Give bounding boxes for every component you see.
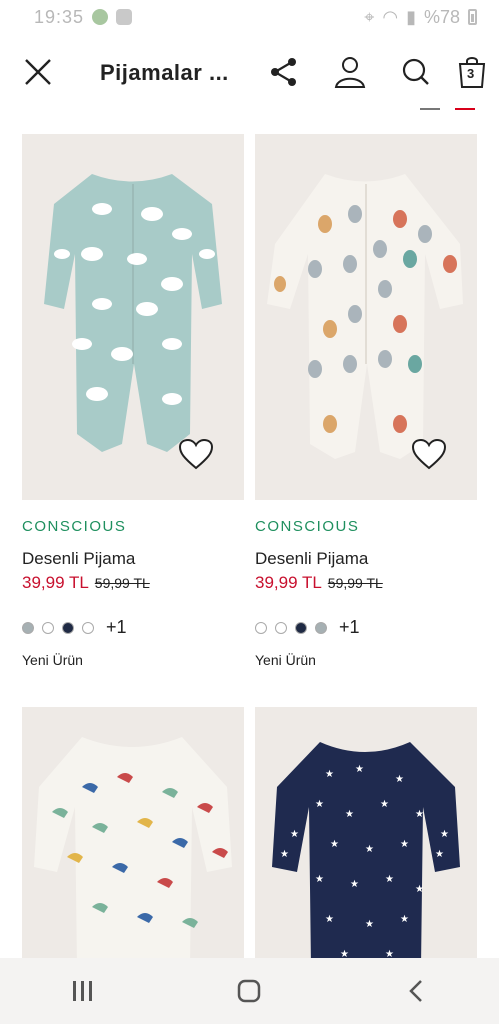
back-button[interactable] (386, 966, 446, 1016)
favorite-heart-icon[interactable] (411, 438, 447, 470)
product-name[interactable]: Desenli Pijama (255, 549, 477, 569)
notification-icon (116, 9, 133, 25)
svg-text:★: ★ (440, 829, 449, 840)
close-button[interactable] (18, 52, 58, 92)
cart-count: 3 (467, 66, 475, 81)
more-colors[interactable]: +1 (339, 617, 360, 638)
grid-toggle-indicator-active[interactable] (455, 108, 475, 110)
conscious-tag: CONSCIOUS (22, 518, 127, 535)
more-colors[interactable]: +1 (106, 617, 127, 638)
product-card[interactable]: CONSCIOUS Desenli Pijama 39,99 TL 59,99 … (255, 134, 477, 668)
svg-text:★: ★ (330, 839, 339, 850)
recents-icon (73, 981, 93, 1001)
color-swatch[interactable] (255, 621, 267, 634)
wifi-icon: ◠ (382, 6, 399, 27)
notification-icon (92, 9, 109, 25)
svg-text:★: ★ (365, 919, 374, 930)
color-swatches: +1 (22, 617, 244, 638)
svg-text:★: ★ (315, 799, 324, 810)
back-icon (409, 980, 422, 1002)
svg-text:★: ★ (395, 774, 404, 785)
svg-text:★: ★ (280, 849, 289, 860)
product-card[interactable] (22, 707, 244, 958)
svg-text:★: ★ (290, 829, 299, 840)
price-row: 39,99 TL 59,99 TL (22, 573, 244, 593)
product-image[interactable] (255, 134, 477, 500)
svg-text:★: ★ (435, 849, 444, 860)
color-swatch[interactable] (315, 621, 327, 634)
recents-button[interactable] (53, 966, 113, 1016)
color-swatch[interactable] (82, 621, 94, 634)
page-title: Pijamalar ... (100, 60, 229, 85)
battery-icon (468, 9, 477, 25)
product-image[interactable] (22, 707, 244, 958)
svg-text:★: ★ (325, 769, 334, 780)
signal-icon: ▮ (406, 6, 416, 27)
grid-toggle-indicator[interactable] (420, 108, 440, 110)
sale-price: 39,99 TL (255, 573, 322, 592)
svg-text:★: ★ (355, 764, 364, 775)
location-icon: ⌖ (364, 6, 375, 27)
svg-text:★: ★ (415, 809, 424, 820)
home-icon (238, 979, 261, 1003)
svg-text:★: ★ (400, 914, 409, 925)
new-product-badge: Yeni Ürün (255, 652, 316, 668)
share-icon (271, 58, 296, 86)
svg-text:★: ★ (345, 809, 354, 820)
svg-text:★: ★ (315, 874, 324, 885)
onesie-illustration: ★ ★★ ★★★ ★★★ ★ ★ ★ ★ ★ ★ ★★ ★ ★★ ★ ★★ (272, 742, 460, 958)
product-name[interactable]: Desenli Pijama (22, 549, 244, 569)
product-image[interactable] (22, 134, 244, 500)
svg-text:★: ★ (350, 879, 359, 890)
search-icon (402, 58, 429, 85)
account-button[interactable] (330, 52, 370, 92)
favorite-heart-icon[interactable] (178, 438, 214, 470)
onesie-illustration (34, 737, 232, 958)
new-product-badge: Yeni Ürün (22, 652, 83, 668)
product-grid: CONSCIOUS Desenli Pijama 39,99 TL 59,99 … (0, 112, 499, 958)
svg-text:★: ★ (365, 844, 374, 855)
product-image[interactable]: ★ ★ ★ ★ ★ ★ ★ ★ ★ ★ ★ ★ ★ ★ ★ ★ ★ ★ ★ ★ ★ ★ ★ (255, 707, 477, 958)
svg-text:★: ★ (340, 949, 349, 958)
product-card[interactable]: CONSCIOUS Desenli Pijama 39,99 TL 59,99 … (22, 134, 244, 668)
app-header: Pijamalar ... 3 (0, 34, 499, 114)
color-swatch[interactable] (22, 621, 34, 634)
price-row: 39,99 TL 59,99 TL (255, 573, 477, 593)
home-button[interactable] (219, 966, 279, 1016)
svg-text:★: ★ (325, 914, 334, 925)
share-button[interactable] (264, 52, 304, 92)
svg-text:★: ★ (415, 884, 424, 895)
svg-text:★: ★ (380, 799, 389, 810)
battery-label: %78 (423, 6, 460, 27)
svg-text:★: ★ (385, 949, 394, 958)
product-card[interactable]: ★ ★ ★ ★ ★ ★ ★ ★ ★ ★ ★ ★ ★ ★ ★ ★ ★ ★ ★ ★ ★ ★ ★ (255, 707, 477, 958)
sale-price: 39,99 TL (22, 573, 89, 592)
user-icon (334, 57, 366, 88)
search-button[interactable] (396, 52, 436, 92)
status-bar: 19:35 ⌖ ◠ ▮ %78 (0, 0, 499, 34)
status-time: 19:35 (34, 6, 85, 27)
svg-text:★: ★ (385, 874, 394, 885)
color-swatches: +1 (255, 617, 477, 638)
close-icon (25, 59, 51, 85)
svg-text:★: ★ (400, 839, 409, 850)
original-price: 59,99 TL (327, 575, 383, 591)
color-swatch[interactable] (62, 621, 74, 634)
conscious-tag: CONSCIOUS (255, 518, 360, 535)
color-swatch[interactable] (275, 621, 287, 634)
original-price: 59,99 TL (94, 575, 150, 591)
color-swatch[interactable] (295, 621, 307, 634)
system-navigation-bar (0, 958, 499, 1024)
color-swatch[interactable] (42, 621, 54, 634)
cart-button[interactable]: 3 (452, 52, 492, 92)
